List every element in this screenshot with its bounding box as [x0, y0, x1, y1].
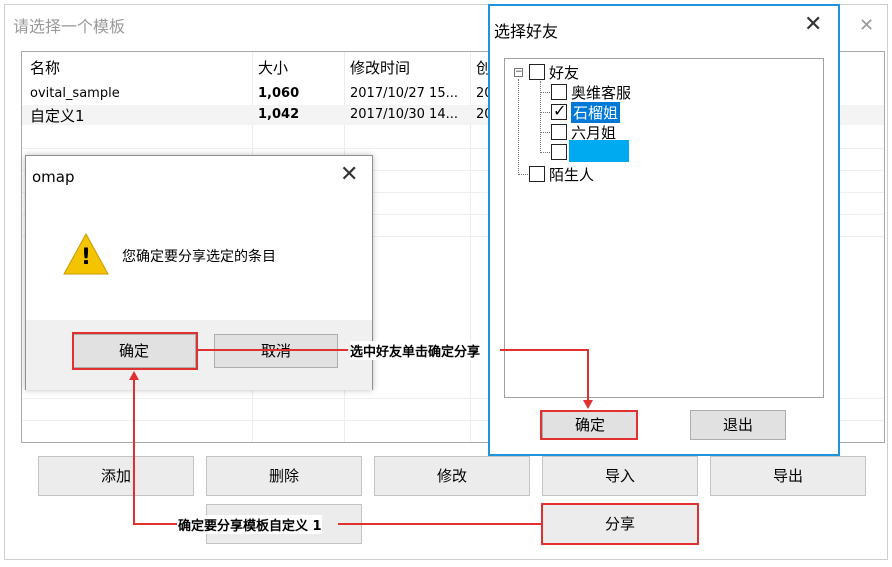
column-header-modified[interactable]: 修改时间: [350, 57, 410, 78]
checkbox-icon[interactable]: [551, 144, 567, 160]
close-icon[interactable]: ✕: [859, 15, 874, 36]
check-icon: ✓: [553, 101, 567, 120]
window-title: 请选择一个模板: [13, 17, 126, 36]
checkbox-icon[interactable]: ✓: [551, 101, 567, 120]
checkbox-icon[interactable]: [551, 84, 567, 100]
dialog-title: omap: [32, 168, 75, 186]
close-icon[interactable]: ✕: [340, 162, 358, 187]
row-modified: 2017/10/27 15...: [350, 86, 458, 101]
annotation-line: [500, 349, 588, 351]
dialog-title: 选择好友: [494, 22, 559, 41]
annotation-note: 选中好友单击确定分享: [350, 341, 481, 360]
cancel-button[interactable]: 取消: [214, 334, 338, 368]
annotation-line: [587, 349, 589, 401]
column-header-size[interactable]: 大小: [258, 57, 288, 78]
annotation-line: [133, 523, 177, 525]
tree-node-label: 奥维客服: [571, 84, 632, 102]
checkbox-icon[interactable]: [529, 166, 545, 182]
add-button[interactable]: 添加: [38, 456, 194, 496]
row-name: ovital_sample: [30, 86, 120, 101]
friend-picker-dialog: 选择好友 ✕ − 好友 奥维客服 ✓ 石榴姐 六月姐 陌生人 确定 退出: [488, 4, 840, 456]
checkbox-icon[interactable]: [551, 124, 567, 140]
annotation-line: [338, 523, 541, 525]
arrow-up-icon: [129, 371, 139, 380]
tree-node-label: 好友: [549, 64, 580, 82]
export-button[interactable]: 导出: [710, 456, 866, 496]
annotation-note: 确定要分享模板自定义 1: [178, 515, 322, 534]
confirm-message: 您确定要分享选定的条目: [122, 249, 276, 265]
friend-tree[interactable]: − 好友 奥维客服 ✓ 石榴姐 六月姐 陌生人: [504, 58, 824, 398]
collapse-icon[interactable]: −: [514, 68, 523, 77]
edit-button[interactable]: 修改: [374, 456, 530, 496]
highlight-box: [540, 410, 638, 440]
highlight-box: [72, 332, 198, 370]
checkbox-icon[interactable]: [529, 64, 545, 80]
annotation-line: [198, 349, 348, 351]
delete-button[interactable]: 删除: [206, 456, 362, 496]
row-name: 自定义1: [30, 107, 85, 125]
tree-connector: [518, 79, 519, 175]
tree-node-label: 陌生人: [549, 166, 595, 184]
row-modified: 2017/10/30 14...: [350, 107, 458, 122]
redacted-block: [569, 140, 629, 162]
warning-mark: !: [81, 245, 92, 270]
column-header-name[interactable]: 名称: [30, 57, 60, 78]
row-size: 1,060: [258, 86, 300, 101]
arrow-down-icon: [583, 400, 593, 409]
highlight-box: [541, 503, 699, 545]
tree-node-label: 石榴姐: [571, 102, 621, 123]
close-icon[interactable]: ✕: [804, 12, 822, 37]
annotation-line: [133, 380, 135, 524]
import-button[interactable]: 导入: [542, 456, 698, 496]
row-size: 1,042: [258, 107, 300, 122]
exit-button[interactable]: 退出: [690, 410, 786, 440]
